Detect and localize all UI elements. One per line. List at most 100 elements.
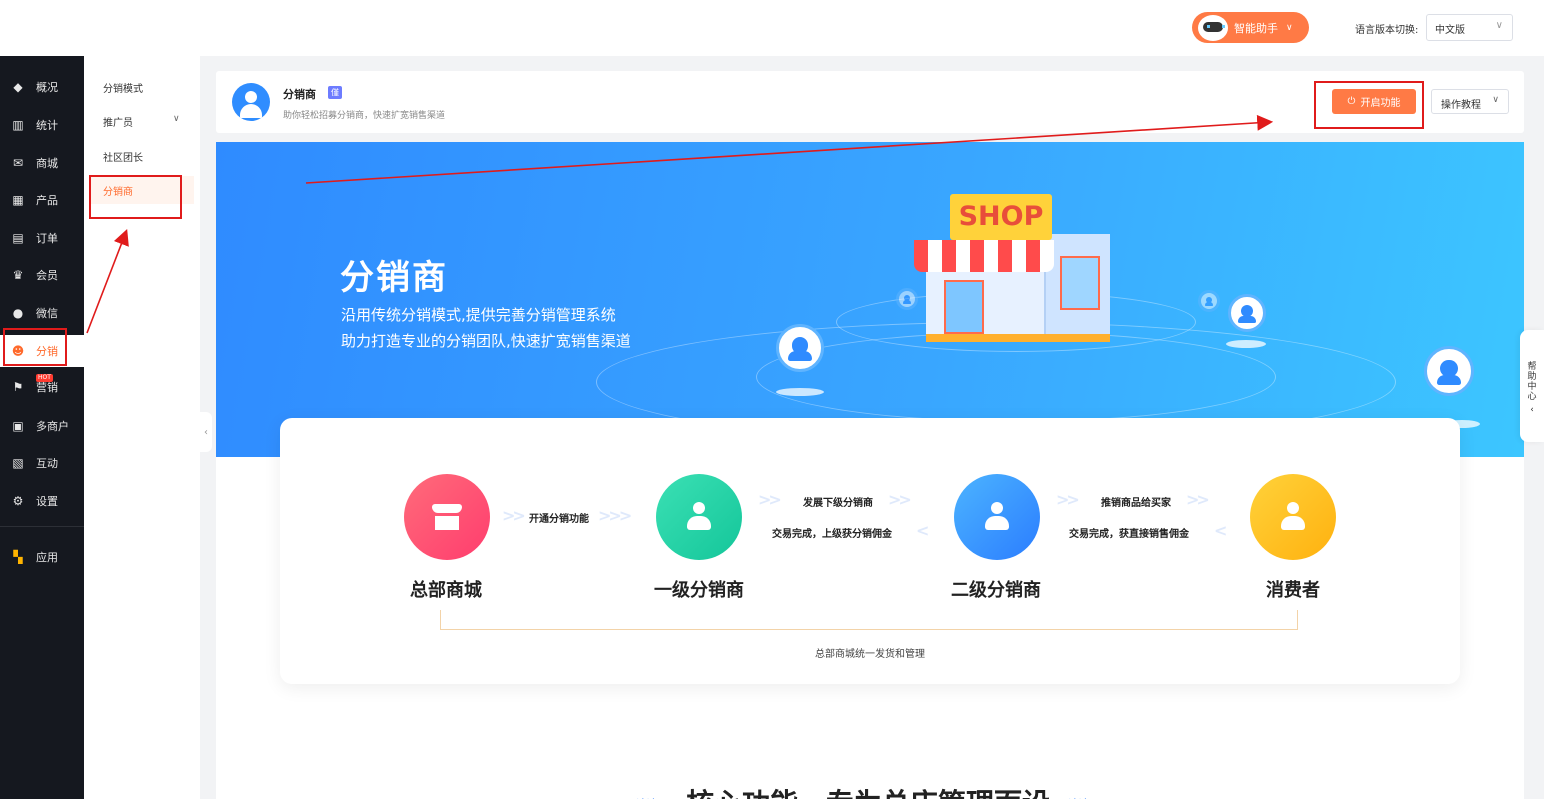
- chevron-down-icon: ∨: [1492, 95, 1499, 105]
- merchant-icon: ▣: [12, 419, 24, 433]
- level1-distributor-node: [656, 474, 742, 560]
- chevron-left-icon: ‹: [1530, 405, 1534, 415]
- main-sidebar: ◆ 概况 ▥ 统计 ✉ 商城 ▦ 产品 ▤ 订单 ♛ 会员 ● 微信 ☻ 分销 …: [0, 56, 84, 799]
- arrow-chevrons: <: [1214, 521, 1228, 540]
- sidebar-item-products[interactable]: ▦ 产品: [0, 185, 84, 215]
- tutorial-label: 操作教程: [1441, 100, 1481, 111]
- shop-awning: [914, 240, 1054, 272]
- subnav-item-distribution-mode[interactable]: 分销模式: [103, 80, 143, 95]
- assistant-label: 智能助手: [1234, 21, 1278, 35]
- sidebar-item-label: 微信: [36, 307, 58, 320]
- annotation-box-sidebar: [3, 328, 67, 366]
- user-node-icon: [1424, 346, 1474, 396]
- language-select[interactable]: 中文版 ∨: [1426, 14, 1513, 41]
- step-label: 发展下级分销商: [803, 498, 873, 509]
- node-label: 二级分销商: [951, 580, 1041, 601]
- help-char: 心: [1527, 392, 1537, 402]
- sidebar-item-overview[interactable]: ◆ 概况: [0, 72, 84, 102]
- subnav-item-promoter[interactable]: 推广员 ∨: [103, 114, 183, 129]
- sidebar-item-label: 统计: [36, 119, 58, 132]
- sidebar-item-statistics[interactable]: ▥ 统计: [0, 110, 84, 140]
- main-content: 分销商 沿用传统分销模式,提供完善分销管理系统 助力打造专业的分销团队,快速扩宽…: [216, 142, 1524, 799]
- sidebar-divider: [0, 526, 84, 527]
- arrow-chevrons: >>: [502, 506, 526, 525]
- banner-title: 分销商: [340, 258, 448, 298]
- clipboard-icon: ▤: [12, 231, 24, 245]
- help-char: 中: [1527, 382, 1537, 392]
- step-label: 推销商品给买家: [1101, 498, 1171, 509]
- language-value: 中文版: [1435, 25, 1465, 36]
- mail-icon: ✉: [12, 156, 24, 170]
- subnav-item-label: 社区团长: [103, 153, 143, 164]
- annotation-box-subnav: [89, 175, 182, 219]
- sidebar-item-interaction[interactable]: ▧ 互动: [0, 448, 84, 478]
- user-node-icon: [1198, 290, 1220, 312]
- sidebar-item-label: 商城: [36, 157, 58, 170]
- step-label: 交易完成，获直接销售佣金: [1069, 529, 1189, 540]
- sidebar-item-mall[interactable]: ✉ 商城: [0, 148, 84, 178]
- level2-distributor-node: [954, 474, 1040, 560]
- core-features-title: 核心功能，专为总店管理而设: [686, 782, 1050, 799]
- sidebar-item-wechat[interactable]: ● 微信: [0, 298, 84, 328]
- return-bracket: [440, 610, 1298, 630]
- node-disc: [1226, 340, 1266, 348]
- sidebar-item-label: 订单: [36, 232, 58, 245]
- flag-icon: ⚑: [12, 380, 24, 394]
- language-label: 语言版本切换:: [1355, 25, 1419, 36]
- crown-icon: ♛: [12, 268, 24, 282]
- tutorial-dropdown[interactable]: 操作教程 ∨: [1431, 89, 1509, 114]
- sidebar-item-settings[interactable]: ⚙ 设置: [0, 486, 84, 516]
- node-label: 一级分销商: [654, 580, 744, 601]
- subnav-item-label: 分销模式: [103, 84, 143, 95]
- sidebar-item-label: 互动: [36, 457, 58, 470]
- user-icon: [684, 502, 714, 532]
- arrow-chevrons: >>>: [598, 506, 632, 525]
- sidebar-item-label: 会员: [36, 269, 58, 282]
- sidebar-item-members[interactable]: ♛ 会员: [0, 260, 84, 290]
- arrow-chevrons: >>: [1056, 490, 1080, 509]
- shop-illustration: SHOP: [914, 194, 1114, 342]
- node-disc: [776, 388, 824, 396]
- arrow-chevrons: <: [916, 521, 930, 540]
- hero-banner: 分销商 沿用传统分销模式,提供完善分销管理系统 助力打造专业的分销团队,快速扩宽…: [216, 142, 1524, 457]
- banner-line-2: 助力打造专业的分销团队,快速扩宽销售渠道: [341, 332, 631, 350]
- help-center-tab[interactable]: 帮 助 中 心 ‹: [1520, 330, 1544, 442]
- node-label: 总部商城: [410, 580, 482, 601]
- help-char: 帮: [1527, 362, 1537, 372]
- chart-icon: ▥: [12, 118, 24, 132]
- shop-sign: SHOP: [950, 194, 1052, 240]
- chevron-down-icon: ∨: [1286, 22, 1293, 33]
- user-node-icon: [776, 324, 824, 372]
- chevron-down-icon: ∨: [173, 114, 180, 124]
- shop-base: [926, 334, 1110, 342]
- user-node-icon: [1228, 294, 1266, 332]
- store-icon: [432, 504, 462, 530]
- arrow-chevrons: >>: [758, 490, 782, 509]
- hq-mall-node: [404, 474, 490, 560]
- sidebar-item-apps[interactable]: ▚ 应用: [0, 542, 84, 572]
- shop-door: [944, 280, 984, 334]
- chevron-left-icon: ‹: [204, 426, 208, 438]
- subnav-item-community-leader[interactable]: 社区团长: [103, 149, 143, 164]
- hot-badge: HOT: [36, 374, 53, 382]
- graduation-cap-icon: ◆: [13, 80, 23, 94]
- annotation-box-enable: [1314, 81, 1424, 129]
- banner-line-1: 沿用传统分销模式,提供完善分销管理系统: [341, 306, 616, 324]
- interact-icon: ▧: [12, 456, 24, 470]
- collapse-sidebar-button[interactable]: ‹: [200, 412, 212, 452]
- smart-assistant-button[interactable]: 智能助手 ∨: [1192, 12, 1309, 43]
- robot-icon: [1198, 14, 1228, 41]
- arrow-chevrons: >>: [1186, 490, 1210, 509]
- shop-window: [1060, 256, 1100, 310]
- decor-dots: ·:·:: [1068, 795, 1089, 799]
- flow-footer-text: 总部商城统一发货和管理: [815, 649, 925, 660]
- subnav-item-label: 推广员: [103, 118, 133, 129]
- sidebar-item-multi-merchant[interactable]: ▣ 多商户: [0, 411, 84, 441]
- sidebar-item-orders[interactable]: ▤ 订单: [0, 223, 84, 253]
- sidebar-item-marketing[interactable]: ⚑ 营销 HOT: [0, 372, 84, 402]
- feature-title: 分销商: [283, 88, 316, 101]
- help-char: 助: [1527, 372, 1537, 382]
- step-label: 交易完成，上级获分销佣金: [772, 529, 892, 540]
- top-bar: 智能助手 ∨ 语言版本切换: 中文版 ∨: [0, 0, 1544, 56]
- sidebar-item-label: 产品: [36, 194, 58, 207]
